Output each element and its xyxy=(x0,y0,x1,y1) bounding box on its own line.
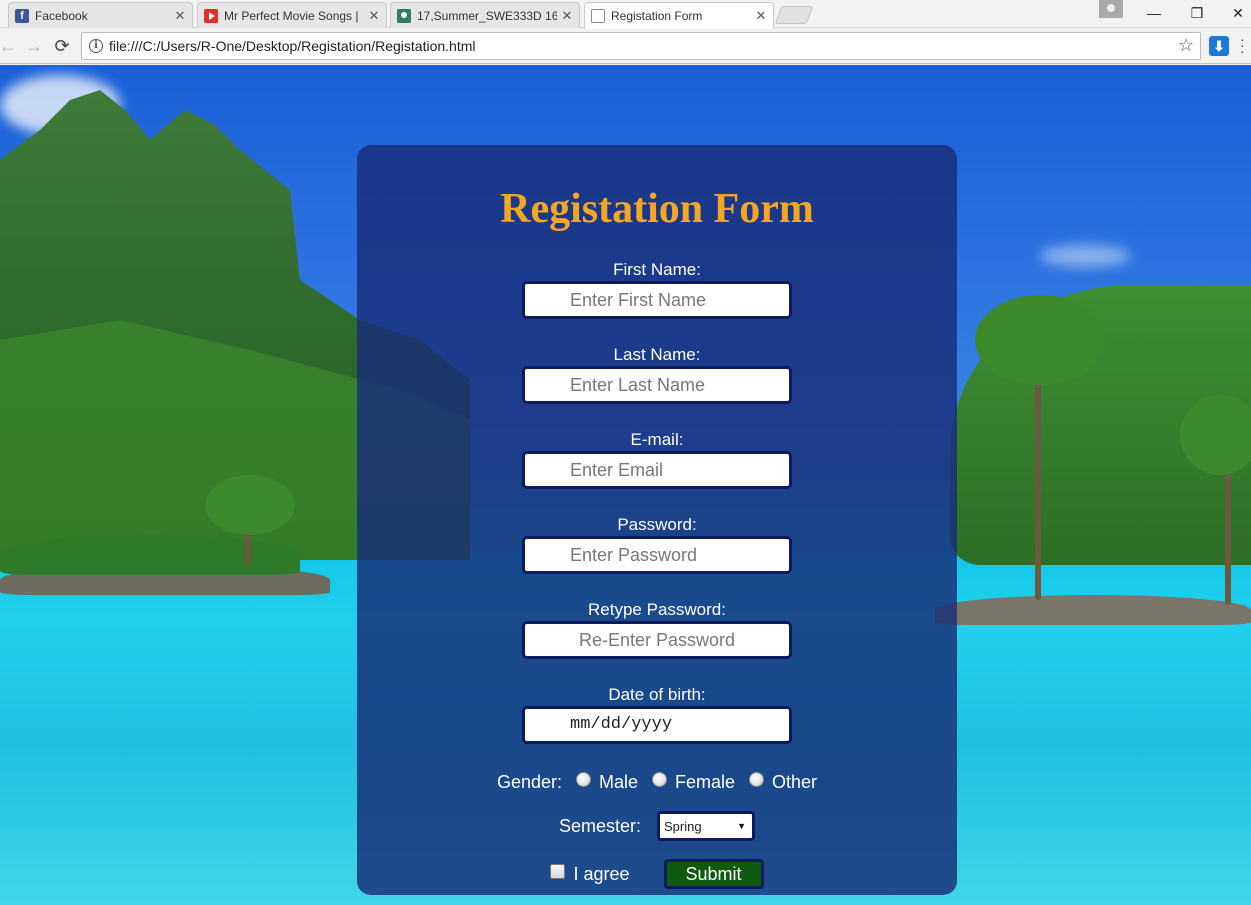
gender-row: Gender: Male Female Other xyxy=(357,769,957,795)
retype-password-label: Retype Password: xyxy=(588,600,726,619)
gender-male-radio[interactable] xyxy=(575,771,591,787)
address-text[interactable]: file:///C:/Users/R-One/Desktop/Registati… xyxy=(109,38,475,54)
tab-strip: f Facebook ✕ Mr Perfect Movie Songs | ✕ … xyxy=(0,0,1251,29)
island-left-trees xyxy=(0,535,300,575)
tab-title: Mr Perfect Movie Songs | xyxy=(224,8,359,23)
document-icon xyxy=(591,9,605,23)
close-window-button[interactable]: ✕ xyxy=(1224,2,1251,24)
tab-classroom[interactable]: 17,Summer_SWE333D 16 ✕ xyxy=(390,2,580,28)
back-button[interactable]: ← xyxy=(0,34,20,58)
gender-female-label[interactable]: Female xyxy=(675,772,735,793)
retype-password-input[interactable] xyxy=(522,621,792,659)
agree-submit-row: I agree Submit xyxy=(357,857,957,891)
semester-select[interactable]: Spring ▼ xyxy=(657,811,756,841)
dropdown-arrow-icon: ▼ xyxy=(737,821,747,831)
facebook-icon: f xyxy=(15,8,29,23)
form-title: Registation Form xyxy=(500,186,814,232)
gender-other-radio[interactable] xyxy=(749,771,765,787)
address-bar[interactable]: i file:///C:/Users/R-One/Desktop/Regista… xyxy=(81,32,1201,60)
new-tab-button[interactable] xyxy=(774,6,814,24)
password-label: Password: xyxy=(617,515,697,534)
browser-toolbar: ← → ⟳ i file:///C:/Users/R-One/Desktop/R… xyxy=(0,28,1251,64)
restore-button[interactable]: ❐ xyxy=(1183,2,1211,24)
palm-leaves xyxy=(205,475,295,535)
email-input[interactable] xyxy=(522,451,792,489)
classroom-icon xyxy=(397,8,411,23)
submit-button[interactable]: Submit xyxy=(663,859,764,889)
tab-title: Facebook xyxy=(35,8,88,23)
last-name-label: Last Name: xyxy=(613,345,701,364)
tab-facebook[interactable]: f Facebook ✕ xyxy=(8,2,193,28)
semester-label: Semester: xyxy=(558,815,642,836)
dob-label: Date of birth: xyxy=(608,685,706,704)
page-viewport: Registation Form First Name: Last Name: … xyxy=(0,65,1251,905)
info-icon[interactable]: i xyxy=(89,39,103,53)
agree-label[interactable]: I agree xyxy=(573,864,629,885)
gender-male-label[interactable]: Male xyxy=(599,772,638,793)
semester-row: Semester: Spring ▼ xyxy=(357,809,957,843)
island-right xyxy=(935,595,1251,625)
gender-female-radio[interactable] xyxy=(652,771,667,787)
palm-tree xyxy=(1035,365,1041,600)
agree-checkbox[interactable] xyxy=(550,863,566,879)
close-icon[interactable]: ✕ xyxy=(368,8,380,24)
minimize-button[interactable]: — xyxy=(1140,2,1168,24)
palm-leaves xyxy=(975,295,1105,385)
tab-registration[interactable]: Registation Form ✕ xyxy=(584,2,774,29)
menu-icon[interactable]: · · · xyxy=(1240,32,1248,58)
forward-button[interactable]: → xyxy=(22,34,46,58)
cloud xyxy=(1040,245,1130,267)
download-icon[interactable]: ⬇ xyxy=(1209,36,1229,56)
registration-form-panel: Registation Form First Name: Last Name: … xyxy=(357,145,957,895)
email-label: E-mail: xyxy=(630,430,684,449)
youtube-icon xyxy=(204,8,218,23)
close-icon[interactable]: ✕ xyxy=(561,8,573,24)
bookmark-star-icon[interactable]: ☆ xyxy=(1178,35,1194,56)
reload-button[interactable]: ⟳ xyxy=(50,34,74,58)
dob-input[interactable]: mm/dd/yyyy xyxy=(522,706,792,744)
tab-title: 17,Summer_SWE333D 16 xyxy=(417,8,557,23)
gender-label: Gender: xyxy=(496,771,562,792)
tab-youtube[interactable]: Mr Perfect Movie Songs | ✕ xyxy=(197,2,387,28)
palm-leaves xyxy=(1180,395,1251,475)
first-name-input[interactable] xyxy=(522,281,792,319)
gender-other-label[interactable]: Other xyxy=(772,772,817,793)
last-name-input[interactable] xyxy=(522,366,792,404)
close-icon[interactable]: ✕ xyxy=(174,8,186,24)
password-input[interactable] xyxy=(522,536,792,574)
close-icon[interactable]: ✕ xyxy=(755,8,767,24)
first-name-label: First Name: xyxy=(613,260,701,279)
profile-icon[interactable] xyxy=(1099,0,1123,18)
semester-selected-value: Spring xyxy=(664,818,702,834)
tab-title: Registation Form xyxy=(611,9,703,23)
